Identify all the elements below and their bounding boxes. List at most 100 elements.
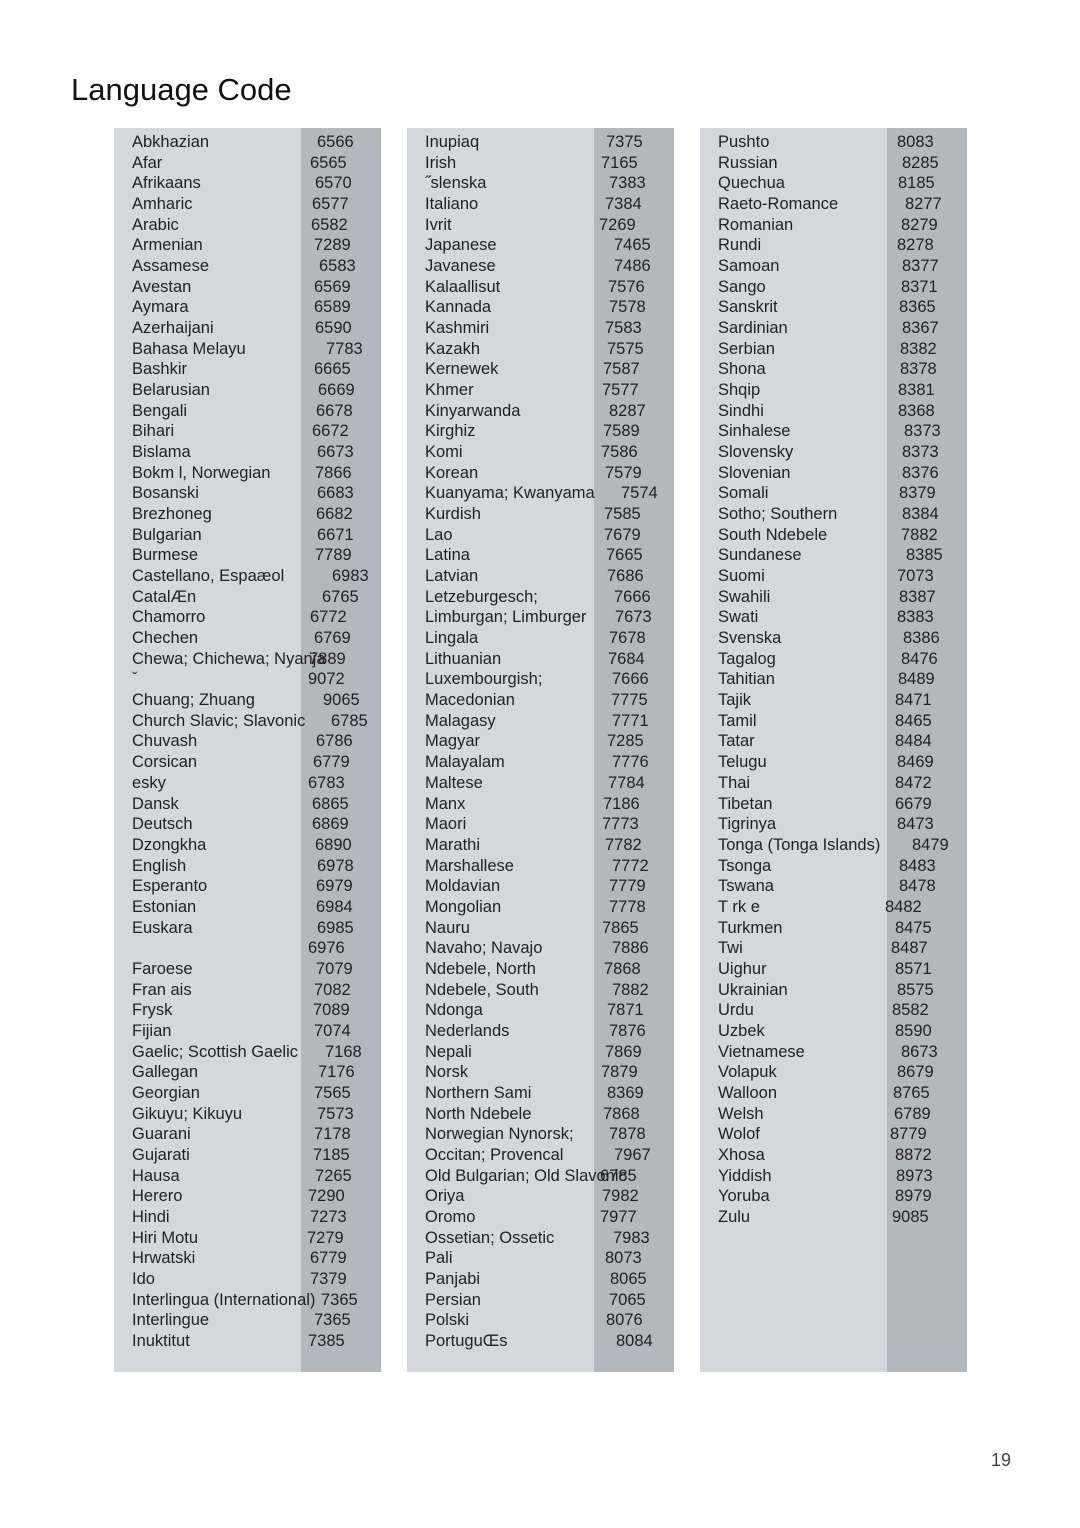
- language-row: Luxembourgish; 7666: [407, 669, 674, 690]
- language-row: Bulgarian 6671: [114, 525, 381, 546]
- language-code: 8484: [895, 732, 932, 751]
- language-code: 7779: [609, 877, 646, 896]
- language-code: 7583: [605, 319, 642, 338]
- language-code: 6985: [317, 918, 354, 937]
- language-name: Bulgarian: [132, 525, 202, 544]
- language-name: Ndonga: [425, 1001, 483, 1020]
- language-code: 6786: [316, 732, 353, 751]
- language-name: Gallegan: [132, 1063, 199, 1082]
- language-row: Amharic 6577: [114, 194, 381, 215]
- language-name: Ndebele, South: [425, 980, 539, 999]
- language-name: Samoan: [718, 257, 780, 276]
- language-row: Hiri Motu 7279: [114, 1228, 381, 1249]
- language-row: North Ndebele 7868: [407, 1104, 674, 1125]
- language-code: 7673: [615, 608, 652, 627]
- language-row: Inuktitut 7385: [114, 1331, 381, 1352]
- language-row: Aymara 6589: [114, 297, 381, 318]
- language-name: Lingala: [425, 629, 479, 648]
- language-name: Twi: [718, 939, 743, 958]
- language-code: 6671: [317, 525, 354, 544]
- language-row: Ndonga 7871: [407, 1000, 674, 1021]
- language-code: 6590: [315, 319, 352, 338]
- language-name: Fran ais: [132, 980, 192, 999]
- language-name: Pali: [425, 1249, 453, 1268]
- language-row: Vietnamese 8673: [700, 1042, 967, 1063]
- language-name: Church Slavic; Slavonic: [132, 711, 306, 730]
- language-row: Marshallese 7772: [407, 856, 674, 877]
- language-name: Bengali: [132, 401, 188, 420]
- language-code: 8973: [896, 1166, 933, 1185]
- language-code: 8571: [895, 959, 932, 978]
- language-name: Frysk: [132, 1001, 173, 1020]
- language-name: Amharic: [132, 195, 193, 214]
- language-name: Ivrit: [425, 215, 452, 234]
- language-row: Svenska 8386: [700, 628, 967, 649]
- language-code-column-3: Pushto 8083 Russian 8285 Quechua 8185 Raeto-Ro…: [700, 128, 967, 1372]
- language-code: 7684: [608, 649, 645, 668]
- language-row: Oromo 7977: [407, 1207, 674, 1228]
- language-code: 8279: [901, 215, 938, 234]
- language-code: 7384: [605, 195, 642, 214]
- language-row: Interlingua (International) 7365: [114, 1290, 381, 1311]
- language-row: Thai 8472: [700, 773, 967, 794]
- language-row: Maori 7773: [407, 814, 674, 835]
- language-code: 7869: [605, 1042, 642, 1061]
- language-name: Marathi: [425, 835, 481, 854]
- language-row: Sardinian 8367: [700, 318, 967, 339]
- language-code: 6865: [312, 794, 349, 813]
- language-name: Old Bulgarian; Old Slavonic: [425, 1166, 627, 1185]
- language-row: Lao 7679: [407, 525, 674, 546]
- language-name: Yiddish: [718, 1166, 772, 1185]
- language-row: Chuvash 6786: [114, 731, 381, 752]
- language-row: Ido 7379: [114, 1269, 381, 1290]
- language-name: Ndebele, North: [425, 959, 536, 978]
- language-name: Swati: [718, 608, 759, 627]
- language-name: Zulu: [718, 1207, 751, 1226]
- language-code: 7882: [901, 525, 938, 544]
- language-name: Assamese: [132, 257, 210, 276]
- language-name: Bahasa Melayu: [132, 339, 246, 358]
- language-name: Panjabi: [425, 1269, 481, 1288]
- language-code: 7982: [602, 1187, 639, 1206]
- language-name: Turkmen: [718, 918, 783, 937]
- language-row: Ukrainian 8575: [700, 980, 967, 1001]
- language-row: Ivrit 7269: [407, 215, 674, 236]
- language-row: Yoruba 8979: [700, 1186, 967, 1207]
- language-code: 7789: [315, 546, 352, 565]
- language-row: Javanese 7486: [407, 256, 674, 277]
- language-row: Fran ais 7082: [114, 980, 381, 1001]
- language-code: 8083: [897, 133, 934, 151]
- language-row: Uzbek 8590: [700, 1021, 967, 1042]
- language-row: Komi 7586: [407, 442, 674, 463]
- language-name: Sanskrit: [718, 298, 778, 317]
- language-row: Norsk 7879: [407, 1062, 674, 1083]
- language-name: Kirghiz: [425, 422, 476, 441]
- language-name: Gujarati: [132, 1145, 190, 1164]
- language-name: Estonian: [132, 897, 197, 916]
- language-name: Pushto: [718, 133, 770, 151]
- language-code: 7073: [897, 567, 934, 586]
- language-code: 6669: [318, 381, 355, 400]
- language-name: Norwegian Nynorsk;: [425, 1125, 574, 1144]
- language-code: 8475: [895, 918, 932, 937]
- language-row: Norwegian Nynorsk; 7878: [407, 1124, 674, 1145]
- language-code: 8368: [898, 401, 935, 420]
- language-name: Chechen: [132, 629, 199, 648]
- language-row: Manx 7186: [407, 794, 674, 815]
- language-name: Occitan; Provencal: [425, 1145, 564, 1164]
- language-row: Raeto-Romance 8277: [700, 194, 967, 215]
- language-row: Polski 8076: [407, 1310, 674, 1331]
- language-name: Kinyarwanda: [425, 401, 521, 420]
- language-row: Xhosa 8872: [700, 1145, 967, 1166]
- language-code: 8479: [912, 835, 949, 854]
- language-row: Serbian 8382: [700, 339, 967, 360]
- language-code: 7465: [614, 236, 651, 255]
- language-row: Tajik 8471: [700, 690, 967, 711]
- language-code: 7573: [317, 1104, 354, 1123]
- language-name: Raeto-Romance: [718, 195, 839, 214]
- language-name: Tahitian: [718, 670, 775, 689]
- language-code: 6789: [894, 1104, 931, 1123]
- language-name: Manx: [425, 794, 466, 813]
- language-row: Deutsch 6869: [114, 814, 381, 835]
- language-row: Kuanyama; Kwanyama 7574: [407, 483, 674, 504]
